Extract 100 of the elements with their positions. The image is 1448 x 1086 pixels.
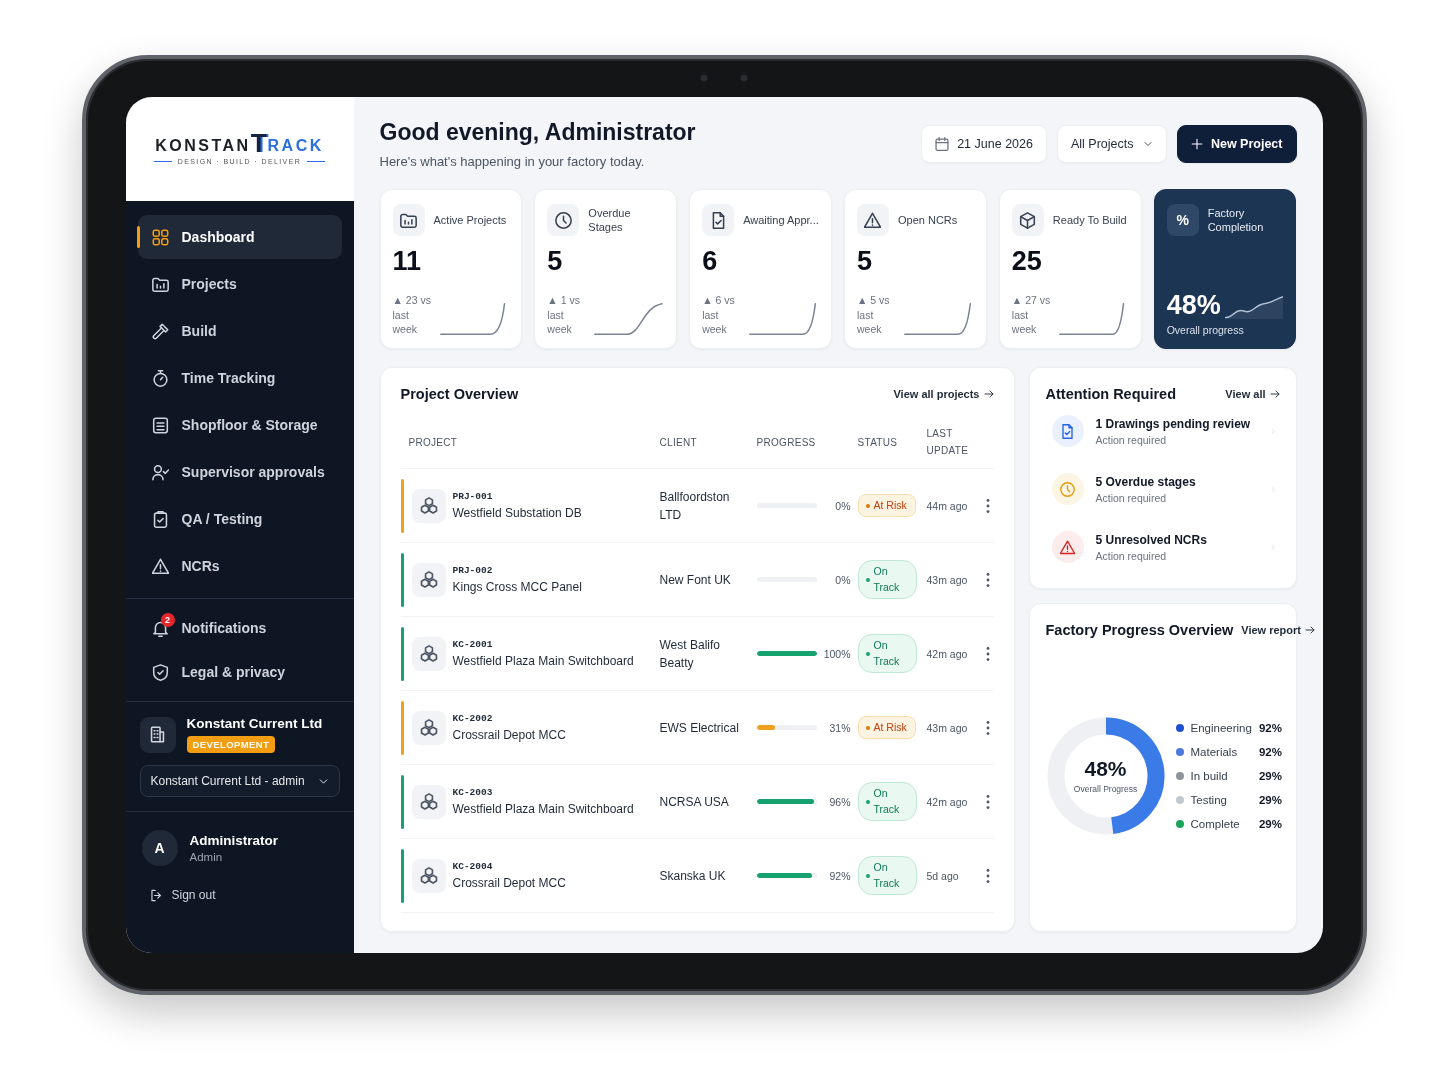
building-icon — [139, 716, 176, 753]
trend-wave — [1224, 295, 1284, 319]
more-options-icon[interactable] — [985, 572, 990, 587]
column-header: PROGRESS — [756, 435, 817, 450]
legend-label: Materials — [1190, 745, 1239, 758]
view-report-link[interactable]: View report — [1241, 624, 1315, 636]
client-name: Ballfoordston LTD — [659, 488, 731, 524]
page-title: Good evening, Administrator — [379, 119, 696, 146]
stat-value: 11 — [392, 248, 423, 275]
stat-caption: Overall progress — [1166, 324, 1245, 336]
sign-out-link[interactable]: Sign out — [149, 888, 216, 902]
progress-caption: Overall Progress — [1073, 784, 1138, 794]
status-label: At Risk — [873, 720, 907, 736]
nav-item[interactable]: Projects — [137, 262, 342, 306]
hexagons-icon — [411, 488, 446, 523]
column-header: PROJECT — [407, 435, 459, 450]
progress-percent: 100% — [822, 647, 851, 660]
more-options-icon[interactable] — [985, 646, 990, 661]
progress-percent: 96% — [828, 795, 851, 808]
legend-value: 29% — [1258, 817, 1282, 830]
stat-delta: ▲ 1 vs last week — [547, 293, 581, 336]
new-project-button[interactable]: New Project — [1176, 125, 1297, 163]
project-name: Crossrail Depot MCC — [452, 876, 567, 890]
plus-icon — [1190, 138, 1203, 150]
shield-check-icon — [151, 663, 169, 681]
legend-label: In build — [1190, 769, 1229, 782]
folder-chart-icon — [392, 204, 425, 236]
nav-item[interactable]: NCRs — [137, 544, 342, 588]
camera-icon — [700, 74, 748, 82]
status-dot-icon — [865, 577, 870, 582]
nav-item[interactable]: QA / Testing — [137, 497, 342, 541]
clipboard-check-icon — [151, 510, 169, 528]
project-code: PRJ-001 — [452, 491, 494, 502]
stat-delta: ▲ 5 vs last week — [857, 293, 891, 336]
nav-item[interactable]: Time Tracking — [137, 356, 342, 400]
nav-item[interactable]: 2 Notifications — [137, 607, 342, 649]
column-header: LAST UPDATE — [926, 427, 970, 458]
nav-item[interactable]: Build — [137, 309, 342, 353]
notification-count: 2 — [160, 613, 175, 627]
column-header: STATUS — [857, 435, 899, 450]
legend-label: Engineering — [1190, 721, 1252, 734]
hexagons-icon — [411, 562, 446, 597]
progress-value: 48% — [1084, 757, 1127, 781]
legend-value: 92% — [1258, 721, 1282, 734]
hexagons-icon — [411, 636, 446, 671]
stat-label: Overdue Stages — [588, 205, 632, 235]
column-header: CLIENT — [659, 435, 698, 450]
view-all-projects-link[interactable]: View all projects — [893, 388, 994, 400]
environment-tag: DEVELOPMENT — [186, 736, 276, 753]
client-name: NCRSA USA — [659, 793, 730, 811]
status-dot-icon — [865, 799, 870, 804]
nav-item[interactable]: Supervisor approvals — [137, 450, 342, 494]
document-check-icon — [1051, 415, 1084, 447]
nav-item[interactable]: Legal & privacy — [137, 651, 342, 693]
user-name: Administrator — [189, 833, 278, 848]
logo-wordmark: KONSTAN TRACK — [155, 132, 324, 155]
more-options-icon[interactable] — [985, 498, 990, 513]
hexagons-icon — [411, 784, 446, 819]
folder-chart-icon — [151, 275, 169, 293]
account-select[interactable]: Konstant Current Ltd - admin — [139, 765, 340, 797]
clock-icon — [1051, 473, 1084, 505]
attention-title: 5 Unresolved NCRs — [1095, 532, 1207, 547]
last-update: 42m ago — [926, 795, 969, 808]
view-all-link[interactable]: View all — [1225, 388, 1280, 400]
hexagons-icon — [411, 710, 446, 745]
status-dot-icon — [865, 503, 870, 508]
more-options-icon[interactable] — [985, 868, 990, 883]
last-update: 5d ago — [926, 869, 960, 882]
warning-icon — [1051, 531, 1084, 563]
cube-icon — [1011, 204, 1044, 236]
chevron-down-icon — [1142, 139, 1153, 149]
bell-icon — [151, 619, 169, 637]
status-dot-icon — [865, 651, 870, 656]
date-picker-button[interactable]: 21 June 2026 — [921, 125, 1047, 163]
status-label: On Track — [873, 860, 901, 891]
nav-item[interactable]: Dashboard — [137, 215, 342, 259]
project-code: KC-2003 — [452, 787, 494, 798]
stat-delta: ▲ 23 vs last week — [392, 293, 432, 336]
nav-item[interactable]: Shopfloor & Storage — [137, 403, 342, 447]
more-options-icon[interactable] — [985, 794, 990, 809]
progress-percent: 0% — [834, 499, 851, 512]
user-role: Admin — [189, 851, 224, 863]
last-update: 44m ago — [926, 499, 969, 512]
last-update: 42m ago — [926, 647, 969, 660]
sign-out-icon — [149, 888, 163, 902]
attention-title: 1 Drawings pending review — [1095, 416, 1251, 431]
panel-title: Factory Progress Overview — [1045, 622, 1234, 638]
legend-value: 29% — [1258, 769, 1282, 782]
attention-subtitle: Action required — [1095, 433, 1168, 446]
more-options-icon[interactable] — [985, 720, 990, 735]
last-update: 43m ago — [926, 721, 969, 734]
stat-delta: ▲ 27 vs last week — [1011, 293, 1052, 336]
last-update: 43m ago — [926, 573, 969, 586]
client-name: Skanska UK — [659, 867, 727, 885]
sparkline — [748, 302, 819, 336]
status-dot-icon — [865, 873, 870, 878]
project-filter-select[interactable]: All Projects — [1056, 125, 1167, 163]
stat-value: 25 — [1011, 248, 1043, 275]
stat-label: Awaiting Appr... — [743, 212, 819, 228]
hammer-icon — [151, 322, 169, 340]
